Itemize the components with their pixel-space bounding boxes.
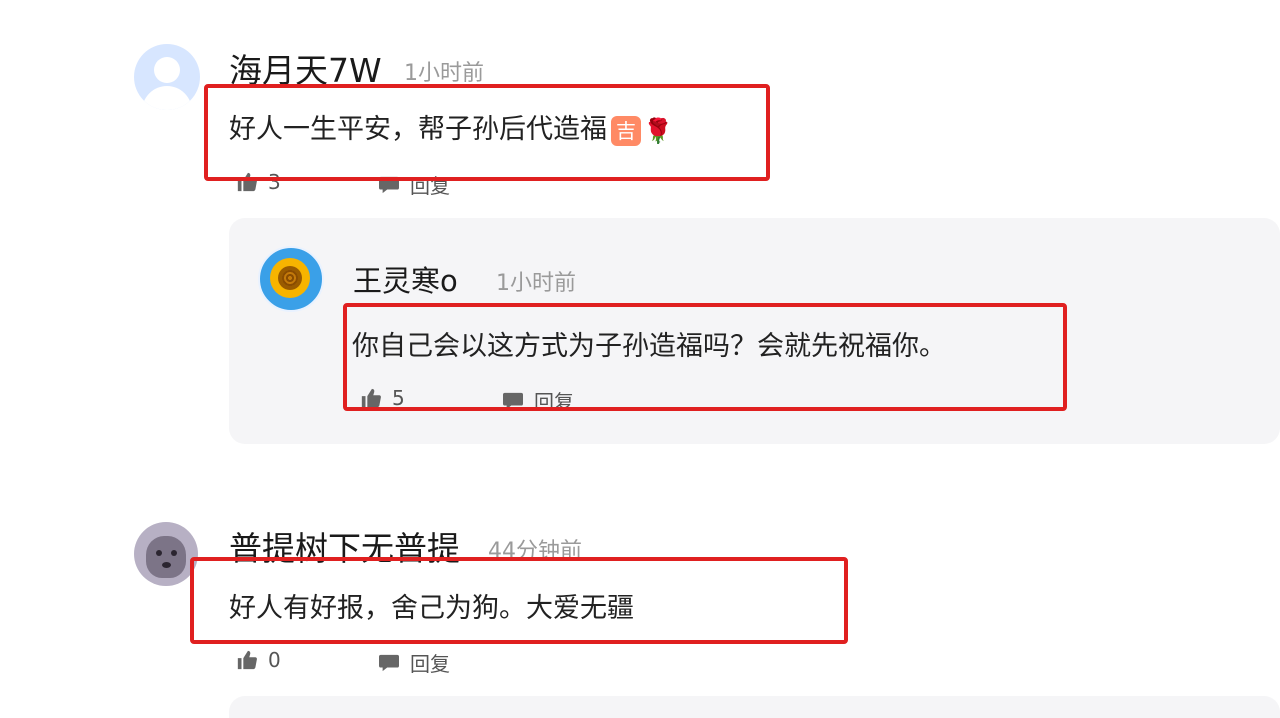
dog-nose-shape xyxy=(162,562,171,568)
reply-timestamp: 1小时前 xyxy=(496,271,576,296)
dog-eye-shape xyxy=(171,550,177,556)
sunflower-seeds-shape xyxy=(282,270,298,286)
reply-button[interactable]: 回复 xyxy=(378,648,450,677)
reply-label: 回复 xyxy=(410,652,450,676)
like-count: 0 xyxy=(268,648,281,672)
highlight-box xyxy=(190,557,848,644)
comment-bubble-icon xyxy=(379,654,399,671)
avatar-body-shape xyxy=(142,86,192,110)
avatar[interactable] xyxy=(134,44,200,110)
highlight-box xyxy=(204,84,770,181)
highlight-box xyxy=(343,303,1067,411)
reply-username[interactable]: 王灵寒o xyxy=(353,258,458,300)
like-button[interactable]: 0 xyxy=(236,648,281,672)
avatar[interactable] xyxy=(258,246,324,312)
dog-eye-shape xyxy=(156,550,162,556)
dog-face-shape xyxy=(146,536,186,578)
avatar-head-shape xyxy=(154,57,180,83)
avatar[interactable] xyxy=(134,522,198,586)
reply-panel xyxy=(229,696,1280,718)
comment-timestamp: 1小时前 xyxy=(404,61,484,86)
thumbs-up-icon xyxy=(237,650,257,670)
